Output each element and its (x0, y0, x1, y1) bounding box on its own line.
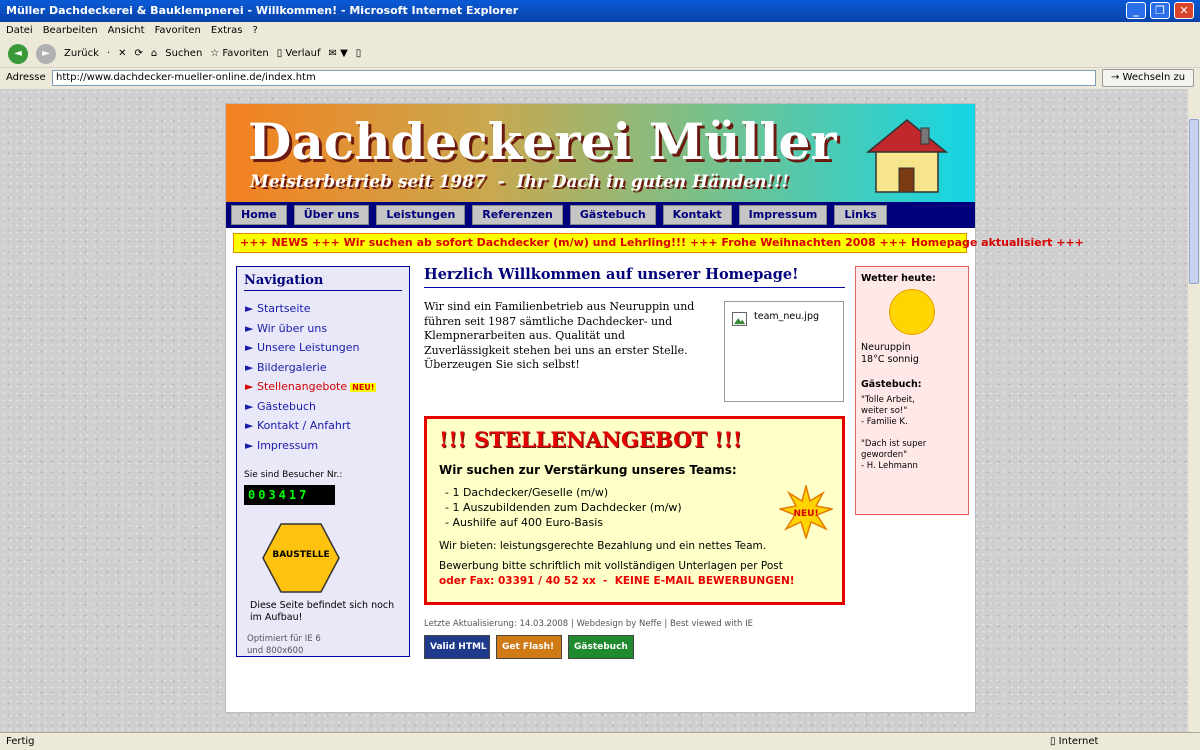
weather-heading: Wetter heute: (861, 273, 936, 284)
leftnav-stellenangebote[interactable]: ► Stellenangebote NEU! (245, 377, 377, 397)
window-title: Müller Dachdeckerei & Bauklempnerei - Wi… (6, 4, 519, 17)
weather-city: Neuruppin (861, 342, 911, 353)
separator-dot: · (106, 48, 111, 59)
construction-sign-text: BAUSTELLE (272, 550, 330, 560)
job-position-item: - 1 Dachdecker/Geselle (m/w) (445, 486, 609, 499)
favorites-button[interactable]: ☆ Favoriten (210, 48, 268, 59)
job-offer-text: Wir bieten: leistungsgerechte Bezahlung … (439, 540, 767, 552)
address-label: Adresse (6, 72, 46, 83)
sun-icon (889, 289, 935, 335)
nav-leistungen[interactable]: Leistungen (376, 205, 466, 225)
job-position-item: - 1 Auszubildenden zum Dachdecker (m/w) (445, 501, 682, 514)
main-nav: Home Über uns Leistungen Referenzen Gäst… (226, 202, 975, 228)
maximize-button[interactable]: ❐ (1150, 2, 1170, 19)
nav-home[interactable]: Home (231, 205, 287, 225)
construction-note: Diese Seite befindet sich noch im Aufbau… (250, 600, 395, 623)
job-positions: - 1 Dachdecker/Geselle (m/w) - 1 Auszubi… (445, 485, 682, 530)
nav-referenzen[interactable]: Referenzen (472, 205, 563, 225)
leftnav-bildergalerie[interactable]: ► Bildergalerie (245, 358, 376, 378)
leftnav-gaestebuch[interactable]: ► Gästebuch (245, 397, 376, 417)
nav-impressum[interactable]: Impressum (738, 205, 828, 225)
job-position-item: - Aushilfe auf 400 Euro-Basis (445, 516, 604, 529)
nav-links[interactable]: Links (834, 205, 887, 225)
valid-html-button[interactable]: Valid HTML (424, 635, 490, 659)
menu-help[interactable]: ? (253, 22, 258, 40)
back-icon[interactable]: ◄ (8, 43, 28, 64)
job-apply-text: Bewerbung bitte schriftlich mit vollstän… (439, 560, 783, 572)
new-badge: NEU! (350, 383, 377, 392)
leftnav-startseite[interactable]: ► Startseite (245, 299, 376, 319)
page-viewport: Dachdeckerei Müller Meisterbetrieb seit … (0, 89, 1188, 732)
browser-toolbar: ◄ ► Zurück · ✕ ⟳ ⌂ Suchen ☆ Favoriten ▯ … (0, 40, 1200, 68)
web-page: Dachdeckerei Müller Meisterbetrieb seit … (225, 103, 1084, 713)
weather-temp: 18°C sonnig (861, 354, 919, 365)
menu-extras[interactable]: Extras (211, 22, 243, 40)
zone-indicator: ▯ Internet (1050, 736, 1099, 747)
address-bar: Adresse http://www.dachdecker-mueller-on… (0, 68, 1200, 88)
mail-button[interactable]: ✉ ▼ (329, 48, 348, 59)
minimize-button[interactable]: _ (1126, 2, 1146, 19)
get-flash-button[interactable]: Get Flash! (496, 635, 562, 659)
site-banner: Dachdeckerei Müller Meisterbetrieb seit … (226, 104, 975, 202)
team-image-placeholder: team_neu.jpg (724, 301, 844, 402)
left-navigation: Navigation ► Startseite ► Wir über uns ►… (236, 266, 410, 657)
guestbook-quotes: "Tolle Arbeit, weiter so!" - Familie K. … (861, 395, 927, 471)
guestbook-heading: Gästebuch: (861, 379, 922, 390)
right-sidebar: Wetter heute: Neuruppin 18°C sonnig Gäst… (855, 266, 969, 515)
menu-ansicht[interactable]: Ansicht (108, 22, 145, 40)
history-button[interactable]: ▯ Verlauf (277, 48, 321, 59)
leftnav-impressum[interactable]: ► Impressum (245, 436, 376, 456)
new-star-icon: NEU! (779, 485, 833, 539)
go-button[interactable]: → Wechseln zu (1102, 69, 1194, 87)
navigation-list: ► Startseite ► Wir über uns ► Unsere Lei… (245, 299, 377, 456)
nav-ueber-uns[interactable]: Über uns (293, 205, 370, 225)
house-icon (866, 119, 948, 193)
refresh-icon[interactable]: ⟳ (135, 48, 143, 59)
leftnav-leistungen[interactable]: ► Unsere Leistungen (245, 338, 376, 358)
nav-kontakt[interactable]: Kontakt (662, 205, 732, 225)
menu-favoriten[interactable]: Favoriten (155, 22, 201, 40)
leftnav-wir-ueber-uns[interactable]: ► Wir über uns (245, 319, 376, 339)
status-bar: Fertig ▯ Internet (0, 732, 1200, 750)
guestbook-button[interactable]: Gästebuch (568, 635, 634, 659)
visitor-label: Sie sind Besucher Nr.: (244, 470, 343, 480)
back-label[interactable]: Zurück (64, 48, 99, 59)
intro-text: Wir sind ein Familienbetrieb aus Neurupp… (424, 300, 695, 371)
window-title-bar: Müller Dachdeckerei & Bauklempnerei - Wi… (0, 0, 1200, 22)
menu-bar: Datei Bearbeiten Ansicht Favoriten Extra… (0, 22, 1200, 40)
image-filename: team_neu.jpg (754, 311, 820, 322)
forward-icon[interactable]: ► (36, 43, 56, 64)
optimized-note: Optimiert für IE 6 und 800x600 (247, 634, 321, 656)
broken-image-icon (732, 312, 747, 326)
news-ticker: +++ NEWS +++ Wir suchen ab sofort Dachde… (233, 233, 1084, 253)
page-footer: Letzte Aktualisierung: 14.03.2008 | Webd… (424, 619, 753, 629)
address-input[interactable]: http://www.dachdecker-mueller-online.de/… (52, 70, 1096, 86)
job-subheading: Wir suchen zur Verstärkung unseres Teams… (439, 463, 737, 477)
leftnav-kontakt[interactable]: ► Kontakt / Anfahrt (245, 416, 376, 436)
search-button[interactable]: Suchen (165, 48, 202, 59)
visitor-counter: 003417 (244, 485, 335, 505)
job-offer-box: !!! STELLENANGEBOT !!! Wir suchen zur Ve… (424, 416, 845, 605)
nav-gaestebuch[interactable]: Gästebuch (569, 205, 656, 225)
status-text: Fertig (6, 736, 35, 747)
navigation-heading: Navigation (244, 273, 402, 291)
weather-info: Neuruppin 18°C sonnig (861, 342, 919, 366)
menu-bearbeiten[interactable]: Bearbeiten (43, 22, 98, 40)
menu-datei[interactable]: Datei (6, 22, 33, 40)
close-button[interactable]: ✕ (1174, 2, 1194, 19)
welcome-heading: Herzlich Willkommen auf unserer Homepage… (424, 266, 845, 288)
job-fax-text: oder Fax: 03391 / 40 52 xx - KEINE E-MAI… (439, 575, 795, 587)
stop-icon[interactable]: ✕ (118, 48, 126, 59)
svg-text:NEU!: NEU! (793, 509, 818, 519)
print-icon[interactable]: ▯ (356, 48, 362, 59)
vertical-scrollbar[interactable] (1188, 89, 1200, 732)
home-icon[interactable]: ⌂ (151, 48, 157, 59)
site-title: Dachdeckerei Müller (248, 112, 837, 171)
site-subtitle: Meisterbetrieb seit 1987 - Ihr Dach in g… (250, 172, 789, 192)
job-heading: !!! STELLENANGEBOT !!! (439, 427, 742, 452)
scrollbar-thumb[interactable] (1189, 119, 1199, 284)
